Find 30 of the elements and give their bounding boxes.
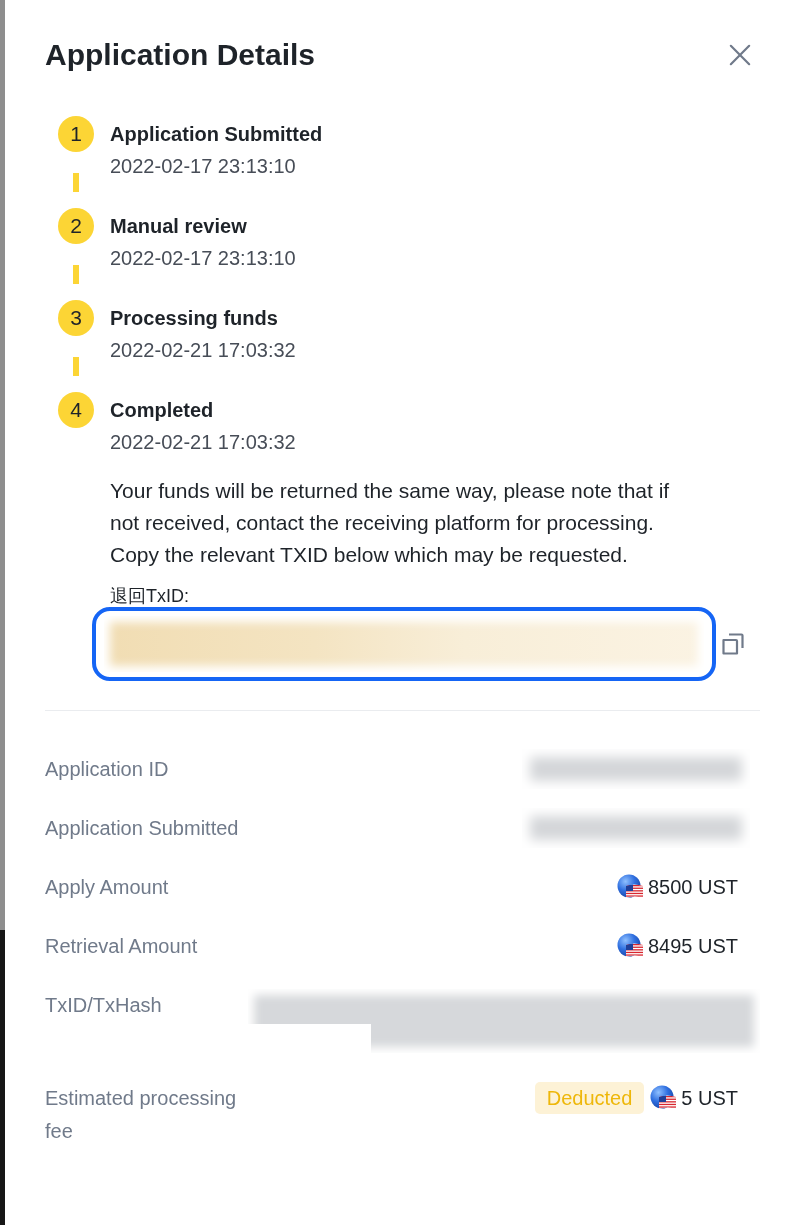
txid-label: 退回TxID:	[110, 585, 190, 607]
step-time: 2022-02-17 23:13:10	[110, 154, 297, 179]
step-number: 2	[58, 208, 94, 244]
detail-label: TxID/TxHash	[45, 993, 162, 1018]
step-number: 1	[58, 116, 94, 152]
step-time: 2022-02-17 23:13:10	[110, 246, 297, 271]
amount-value: 8500 UST	[647, 875, 738, 900]
completion-note: Your funds will be returned the same way, please note that if not received, contact the receiving platform for processing. Copy the relevant TXID below which may be requested.	[110, 478, 671, 568]
detail-label: Estimated processing fee	[45, 1086, 238, 1144]
step-title: Completed	[110, 398, 215, 423]
step-title: Processing funds	[110, 306, 279, 331]
detail-label: Application ID	[45, 757, 169, 782]
copy-icon[interactable]	[722, 633, 744, 655]
dialog-title: Application Details	[45, 37, 316, 73]
step-title: Manual review	[110, 214, 248, 239]
step-number: 4	[58, 392, 94, 428]
step-time: 2022-02-21 17:03:32	[110, 338, 297, 363]
close-icon[interactable]	[729, 44, 751, 66]
detail-label: Apply Amount	[45, 875, 169, 900]
amount-value: 5 UST	[681, 1086, 738, 1111]
detail-label: Application Submitted	[45, 816, 239, 841]
detail-label: Retrieval Amount	[45, 934, 198, 959]
status-badge: Deducted	[534, 1082, 645, 1114]
amount-value: 8495 UST	[647, 934, 738, 959]
step-title: Application Submitted	[110, 122, 324, 147]
step-number: 3	[58, 300, 94, 336]
flag-globe-icon	[616, 874, 643, 900]
flag-globe-icon	[650, 1085, 677, 1111]
flag-globe-icon	[616, 933, 643, 959]
step-time: 2022-02-21 17:03:32	[110, 430, 297, 455]
